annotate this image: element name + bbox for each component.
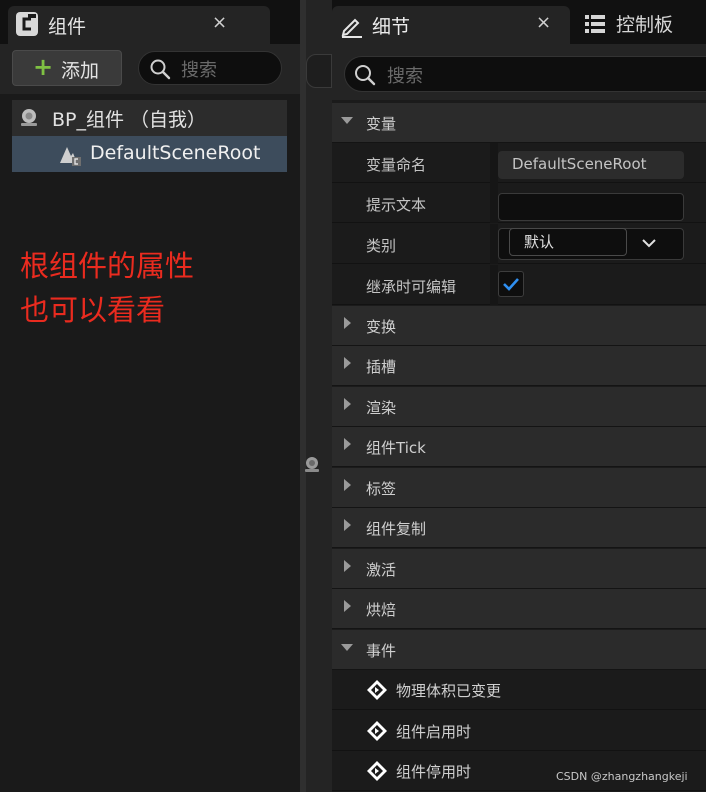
dashboard-tab-title: 控制板 bbox=[616, 14, 674, 36]
section-events[interactable]: 事件 bbox=[332, 630, 706, 670]
checkmark-icon bbox=[503, 278, 519, 291]
category-text-field[interactable]: 默认 bbox=[509, 228, 627, 256]
scene-component-icon bbox=[58, 143, 82, 167]
details-tab[interactable]: 细节 × bbox=[332, 6, 570, 44]
event-physics-volume-changed[interactable]: 物理体积已变更 bbox=[332, 670, 706, 710]
pencil-icon bbox=[340, 14, 364, 38]
property-row-tooltip: 提示文本 bbox=[332, 183, 706, 223]
panel-splitter[interactable] bbox=[300, 0, 306, 792]
tooltip-text-input[interactable] bbox=[498, 193, 684, 221]
splitter-handle-icon[interactable] bbox=[302, 455, 322, 473]
section-cooking-title: 烘焙 bbox=[366, 601, 397, 619]
details-search-input[interactable]: 搜索 bbox=[344, 56, 706, 92]
collapsed-arrow-icon bbox=[340, 316, 354, 332]
plus-icon: + bbox=[33, 53, 54, 81]
section-tags-title: 标签 bbox=[366, 480, 397, 498]
add-event-icon[interactable] bbox=[366, 720, 388, 742]
chevron-down-icon[interactable] bbox=[641, 235, 657, 251]
details-tab-close-icon[interactable]: × bbox=[536, 12, 551, 33]
section-rendering-title: 渲染 bbox=[366, 399, 397, 417]
list-icon bbox=[584, 13, 606, 35]
variable-name-input[interactable]: DefaultSceneRoot bbox=[498, 151, 684, 179]
component-tree: BP_组件 （自我） DefaultSceneRoot bbox=[12, 100, 287, 172]
csdn-watermark: CSDN @zhangzhangkeji bbox=[556, 770, 688, 783]
editable-inherited-checkbox[interactable] bbox=[498, 271, 524, 297]
annotation-line-2: 也可以看看 bbox=[20, 293, 166, 327]
section-component-replication[interactable]: 组件复制 bbox=[332, 508, 706, 548]
dashboard-tab[interactable]: 控制板 bbox=[572, 6, 706, 44]
collapsed-arrow-icon bbox=[340, 356, 354, 372]
section-activation[interactable]: 激活 bbox=[332, 549, 706, 589]
components-search-placeholder: 搜索 bbox=[181, 60, 217, 81]
section-sockets-title: 插槽 bbox=[366, 358, 397, 376]
value-column-divider bbox=[490, 183, 498, 223]
section-sockets[interactable]: 插槽 bbox=[332, 346, 706, 386]
value-column-divider bbox=[490, 224, 498, 264]
components-tab-icon bbox=[16, 12, 38, 36]
red-annotation-text: 根组件的属性 也可以看看 bbox=[20, 244, 194, 332]
search-icon bbox=[150, 59, 171, 80]
add-event-icon[interactable] bbox=[366, 679, 388, 701]
value-column-divider bbox=[490, 143, 498, 183]
property-row-editable-inherited: 继承时可编辑 bbox=[332, 265, 706, 305]
collapsed-arrow-icon bbox=[340, 599, 354, 615]
details-search-placeholder: 搜索 bbox=[387, 66, 423, 87]
tree-item-default-scene-root[interactable]: DefaultSceneRoot bbox=[12, 136, 287, 172]
add-event-icon[interactable] bbox=[366, 760, 388, 782]
section-transform[interactable]: 变换 bbox=[332, 306, 706, 346]
tree-child-label: DefaultSceneRoot bbox=[90, 142, 261, 164]
expanded-arrow-icon bbox=[340, 113, 354, 129]
section-variables[interactable]: 变量 bbox=[332, 103, 706, 143]
add-button-label: 添加 bbox=[61, 60, 100, 82]
components-toolbar: + 添加 搜索 bbox=[0, 44, 300, 94]
expanded-arrow-icon bbox=[340, 640, 354, 656]
event-component-deactivated-label: 组件停用时 bbox=[396, 763, 472, 781]
collapsed-arrow-icon bbox=[340, 397, 354, 413]
section-transform-title: 变换 bbox=[366, 318, 397, 336]
details-tab-bar: 细节 × 控制板 bbox=[332, 0, 706, 44]
section-rendering[interactable]: 渲染 bbox=[332, 387, 706, 427]
components-tab-bar: 组件 × bbox=[0, 0, 300, 44]
collapsed-arrow-icon bbox=[340, 478, 354, 494]
components-search-input[interactable]: 搜索 bbox=[138, 51, 282, 85]
event-component-activated-label: 组件启用时 bbox=[396, 723, 472, 741]
viewport-toolbar-edge bbox=[306, 54, 332, 88]
collapsed-arrow-icon bbox=[340, 559, 354, 575]
section-component-replication-title: 组件复制 bbox=[366, 520, 427, 538]
section-component-tick-title: 组件Tick bbox=[366, 439, 426, 457]
components-tab[interactable]: 组件 × bbox=[8, 6, 270, 44]
tree-root-label: BP_组件 （自我） bbox=[52, 109, 207, 131]
details-toolbar: 搜索 bbox=[332, 44, 706, 100]
section-cooking[interactable]: 烘焙 bbox=[332, 589, 706, 629]
collapsed-arrow-icon bbox=[340, 437, 354, 453]
property-row-variable-name: 变量命名 DefaultSceneRoot bbox=[332, 143, 706, 183]
details-tab-title: 细节 bbox=[372, 16, 411, 38]
event-physics-volume-changed-label: 物理体积已变更 bbox=[396, 682, 502, 700]
components-tab-close-icon[interactable]: × bbox=[212, 12, 227, 33]
value-column-divider bbox=[490, 265, 498, 305]
tooltip-label: 提示文本 bbox=[366, 196, 427, 214]
property-row-category: 类别 默认 bbox=[332, 224, 706, 264]
blueprint-component-icon bbox=[18, 106, 40, 128]
category-value: 默认 bbox=[524, 233, 555, 251]
section-component-tick[interactable]: 组件Tick bbox=[332, 427, 706, 467]
section-activation-title: 激活 bbox=[366, 561, 397, 579]
section-events-title: 事件 bbox=[366, 642, 397, 660]
details-panel: 细节 × 控制板 搜索 变量 变量命名 DefaultSceneRoot 提示文… bbox=[332, 0, 706, 792]
components-panel: 组件 × + 添加 搜索 BP_组件 （自我） DefaultSceneRoot… bbox=[0, 0, 300, 792]
category-label: 类别 bbox=[366, 237, 397, 255]
editable-inherited-label: 继承时可编辑 bbox=[366, 278, 457, 296]
search-icon bbox=[355, 65, 376, 86]
components-tab-title: 组件 bbox=[48, 16, 87, 38]
section-variables-title: 变量 bbox=[366, 115, 397, 133]
add-component-button[interactable]: + 添加 bbox=[12, 50, 122, 86]
variable-name-label: 变量命名 bbox=[366, 156, 427, 174]
category-combobox[interactable]: 默认 bbox=[498, 228, 684, 260]
section-tags[interactable]: 标签 bbox=[332, 468, 706, 508]
annotation-line-1: 根组件的属性 bbox=[20, 249, 195, 283]
tree-item-blueprint-self[interactable]: BP_组件 （自我） bbox=[12, 100, 287, 136]
collapsed-arrow-icon bbox=[340, 518, 354, 534]
variable-name-value: DefaultSceneRoot bbox=[512, 155, 647, 173]
event-component-activated[interactable]: 组件启用时 bbox=[332, 711, 706, 751]
